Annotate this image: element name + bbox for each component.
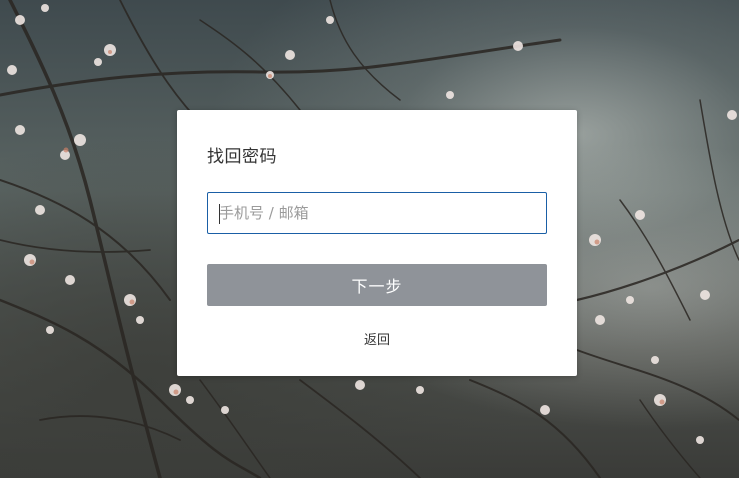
back-link[interactable]: 返回 (177, 329, 577, 348)
account-input[interactable] (208, 193, 546, 233)
account-input-wrapper[interactable] (207, 192, 547, 234)
next-step-button[interactable]: 下一步 (207, 264, 547, 306)
text-caret (219, 204, 220, 224)
find-password-dialog: 找回密码 下一步 返回 (177, 110, 577, 376)
dialog-title: 找回密码 (207, 147, 277, 167)
